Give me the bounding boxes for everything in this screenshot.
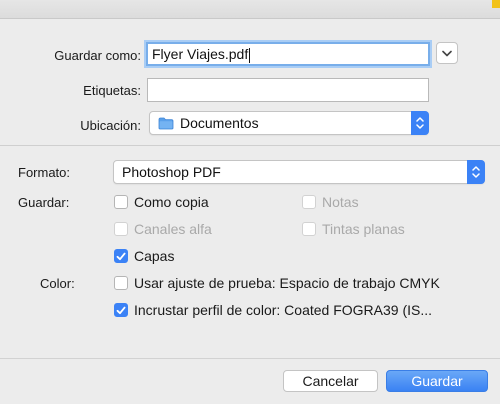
notes-checkbox <box>302 195 316 209</box>
checkmark-icon <box>116 306 126 314</box>
location-label: Ubicación: <box>80 118 141 133</box>
layers-label: Capas <box>134 248 175 264</box>
save-as-label: Guardar como: <box>54 48 141 63</box>
save-options-label: Guardar: <box>18 195 70 210</box>
proof-setup-label: Usar ajuste de prueba: Espacio de trabaj… <box>134 275 440 291</box>
format-popup[interactable]: Photoshop PDF <box>113 160 485 184</box>
spot-colors-option: Tintas planas <box>302 221 405 237</box>
dialog-button-bar: Cancelar Guardar <box>0 358 500 404</box>
as-copy-checkbox[interactable] <box>114 195 128 209</box>
up-down-chevron-icon <box>416 117 424 129</box>
tags-field[interactable] <box>147 78 429 102</box>
window-corner-accent <box>492 0 500 8</box>
alpha-channels-option: Canales alfa <box>114 221 212 237</box>
proof-setup-option[interactable]: Usar ajuste de prueba: Espacio de trabaj… <box>114 275 440 291</box>
window-top-strip <box>0 0 500 19</box>
embed-profile-label: Incrustar perfil de color: Coated FOGRA3… <box>134 302 433 318</box>
location-value: Documentos <box>180 115 259 131</box>
embed-profile-option[interactable]: Incrustar perfil de color: Coated FOGRA3… <box>114 302 432 318</box>
location-stepper[interactable] <box>411 111 429 135</box>
proof-setup-clip: Usar ajuste de prueba: Espacio de trabaj… <box>114 275 460 295</box>
checkmark-icon <box>116 252 126 260</box>
save-as-value: Flyer Viajes.pdf <box>152 46 249 62</box>
folder-icon <box>158 117 174 130</box>
alpha-channels-checkbox <box>114 222 128 236</box>
location-popup[interactable]: Documentos <box>149 111 429 135</box>
save-button[interactable]: Guardar <box>386 370 488 392</box>
spot-colors-label: Tintas planas <box>322 221 405 237</box>
as-copy-label: Como copia <box>134 194 209 210</box>
format-value: Photoshop PDF <box>122 164 221 180</box>
expand-dialog-button[interactable] <box>436 42 458 64</box>
text-caret <box>249 47 251 63</box>
as-copy-option[interactable]: Como copia <box>114 194 209 210</box>
save-as-field[interactable]: Flyer Viajes.pdf <box>146 42 430 66</box>
notes-label: Notas <box>322 194 359 210</box>
chevron-down-icon <box>442 50 452 56</box>
proof-setup-checkbox[interactable] <box>114 276 128 290</box>
spot-colors-checkbox <box>302 222 316 236</box>
format-label: Formato: <box>18 165 71 180</box>
tags-label: Etiquetas: <box>83 83 141 98</box>
format-stepper[interactable] <box>467 160 485 184</box>
layers-checkbox[interactable] <box>114 249 128 263</box>
cancel-button[interactable]: Cancelar <box>283 370 378 392</box>
notes-option: Notas <box>302 194 359 210</box>
alpha-channels-label: Canales alfa <box>134 221 212 237</box>
color-label: Color: <box>40 276 75 291</box>
up-down-chevron-icon <box>472 166 480 178</box>
layers-option[interactable]: Capas <box>114 248 174 264</box>
embed-profile-checkbox[interactable] <box>114 303 128 317</box>
